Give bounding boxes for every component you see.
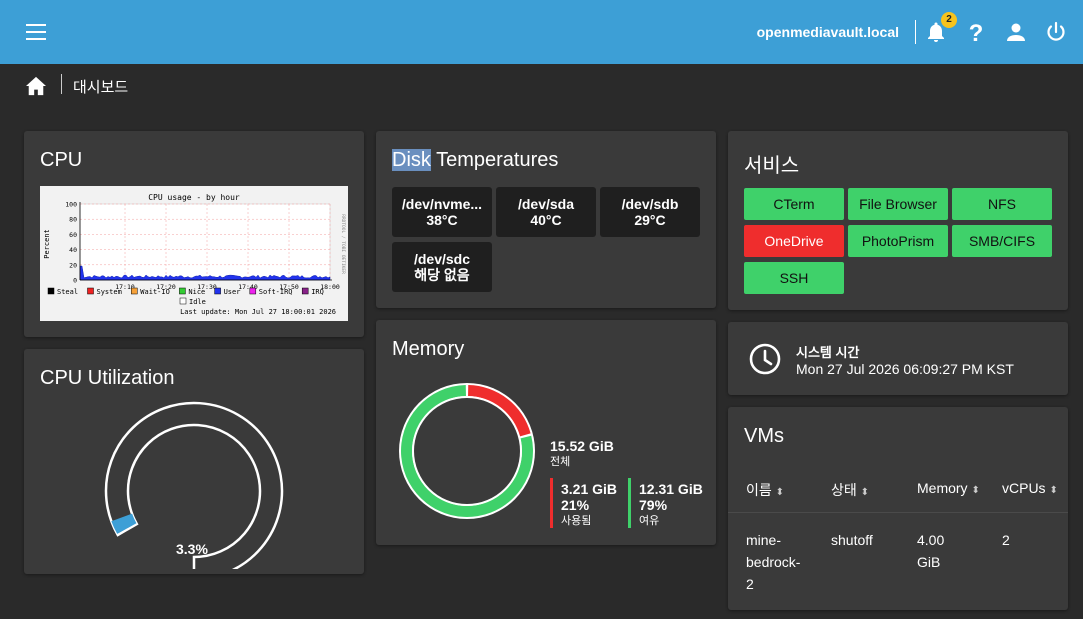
memory-title: Memory [392, 338, 465, 360]
service-smb-cifs[interactable]: SMB/CIFS [952, 225, 1052, 257]
graph-y-label: Percent [43, 229, 51, 259]
vm-column-vcpus[interactable]: vCPUs ⬍ [1002, 480, 1058, 496]
memory-used: 3.21 GiB 21% 사용됨 [561, 481, 618, 527]
graph-last-update: Last update: Mon Jul 27 18:00:01 2026 [180, 308, 336, 316]
vm-column-name[interactable]: 이름 ⬍ [746, 480, 784, 500]
services-title: 서비스 [744, 155, 800, 177]
breadcrumb-divider [61, 74, 62, 94]
y-tick-label: 40 [69, 246, 77, 254]
help-icon[interactable]: ? [964, 20, 988, 44]
service-ssh[interactable]: SSH [744, 262, 844, 294]
services-card: 서비스 CTerm File Browser NFS OneDrive Phot… [728, 131, 1068, 310]
memory-total: 15.52 GiB 전체 [550, 438, 614, 468]
menu-icon[interactable] [26, 24, 46, 40]
vm-row-memory: 4.00 GiB [917, 532, 945, 570]
disk-item: /dev/sdc 해당 없음 [392, 242, 492, 292]
legend-label: IRQ [311, 288, 324, 296]
service-cterm[interactable]: CTerm [744, 188, 844, 220]
vm-row-state: shutoff [831, 532, 873, 548]
memory-card: Memory 15.52 GiB 전체 3.21 GiB 21% 사용됨 12.31 … [376, 320, 716, 545]
legend-swatch [249, 287, 257, 295]
memory-free: 12.31 GiB 79% 여유 [639, 481, 703, 527]
system-time-label: 시스템 시간 [796, 345, 860, 360]
donut-hole [414, 398, 520, 504]
system-time-card: 시스템 시간 Mon 27 Jul 2026 06:09:27 PM KST [728, 322, 1068, 395]
graph-title: CPU usage - by hour [148, 193, 240, 202]
svg-text:?: ? [969, 20, 984, 44]
legend-swatch [87, 287, 94, 295]
legend-idle-swatch [179, 297, 187, 305]
disk-temperatures-card: Disk Temperatures /dev/nvme... 38°C /dev/… [376, 131, 716, 308]
cpu-card: CPU CPU usage - by hour Percent RRDTOOL … [24, 131, 364, 337]
breadcrumb: 대시보드 [0, 64, 1083, 106]
breadcrumb-dashboard: 대시보드 [73, 79, 129, 96]
legend-label: Steal [57, 288, 78, 296]
vms-title: VMs [744, 425, 784, 447]
top-bar: openmediavault.local 2 ? [0, 0, 1083, 64]
y-tick-label: 60 [69, 231, 77, 239]
legend-swatch [214, 287, 221, 295]
plot-area [79, 203, 331, 281]
vm-header-divider [728, 512, 1068, 513]
legend-swatch [179, 287, 186, 295]
memory-donut [399, 383, 535, 519]
vm-column-state[interactable]: 상태 ⬍ [831, 480, 869, 500]
disk-item: /dev/nvme... 38°C [392, 187, 492, 237]
service-file-browser[interactable]: File Browser [848, 188, 948, 220]
memory-free-marker [628, 478, 631, 528]
vm-column-memory[interactable]: Memory ⬍ [917, 480, 980, 496]
cpu-title: CPU [40, 149, 83, 171]
y-tick-label: 80 [69, 216, 77, 224]
y-tick-label: 100 [65, 201, 77, 209]
service-nfs[interactable]: NFS [952, 188, 1052, 220]
legend-label: Soft-IRQ [259, 288, 293, 296]
vm-row-name[interactable]: mine-bedrock- 2 [746, 529, 800, 595]
y-tick-label: 20 [69, 261, 77, 269]
legend-label: User [224, 288, 241, 296]
hostname: openmediavault.local [756, 24, 899, 40]
cpu-usage-graph: CPU usage - by hour Percent RRDTOOL / TO… [40, 186, 348, 321]
y-tick-label: 0 [73, 277, 77, 285]
legend-idle-label: Idle [189, 298, 206, 306]
disk-item: /dev/sdb 29°C [600, 187, 700, 237]
cpu-utilization-title: CPU Utilization [40, 367, 175, 389]
cpu-graph-svg: CPU usage - by hour Percent RRDTOOL / TO… [43, 193, 346, 316]
disk-item: /dev/sda 40°C [496, 187, 596, 237]
user-icon[interactable] [1004, 20, 1028, 44]
vm-row-vcpus: 2 [1002, 532, 1010, 548]
legend-label: Nice [188, 288, 205, 296]
vms-card: VMs 이름 ⬍ 상태 ⬍ Memory ⬍ vCPUs ⬍ mine-bedr… [728, 407, 1068, 610]
disk-temperatures-title: Disk Temperatures [392, 149, 559, 171]
service-onedrive[interactable]: OneDrive [744, 225, 844, 257]
power-icon[interactable] [1044, 20, 1068, 44]
memory-used-marker [550, 478, 553, 528]
cpu-utilization-value: 3.3% [176, 541, 208, 557]
legend-swatch [131, 287, 138, 295]
legend-swatch [301, 287, 309, 295]
clock-icon [749, 343, 781, 375]
cpu-utilization-card: CPU Utilization 3.3% [24, 349, 364, 574]
graph-side-label: RRDTOOL / TOBI OETIKER [340, 214, 346, 274]
toolbar-divider [915, 20, 916, 44]
notification-badge: 2 [941, 12, 957, 28]
service-photoprism[interactable]: PhotoPrism [848, 225, 948, 257]
legend-swatch [47, 287, 55, 295]
legend-label: System [97, 288, 122, 296]
system-time-value: Mon 27 Jul 2026 06:09:27 PM KST [796, 361, 1014, 377]
home-icon[interactable] [25, 76, 47, 96]
legend-label: Wait-IO [140, 288, 170, 296]
